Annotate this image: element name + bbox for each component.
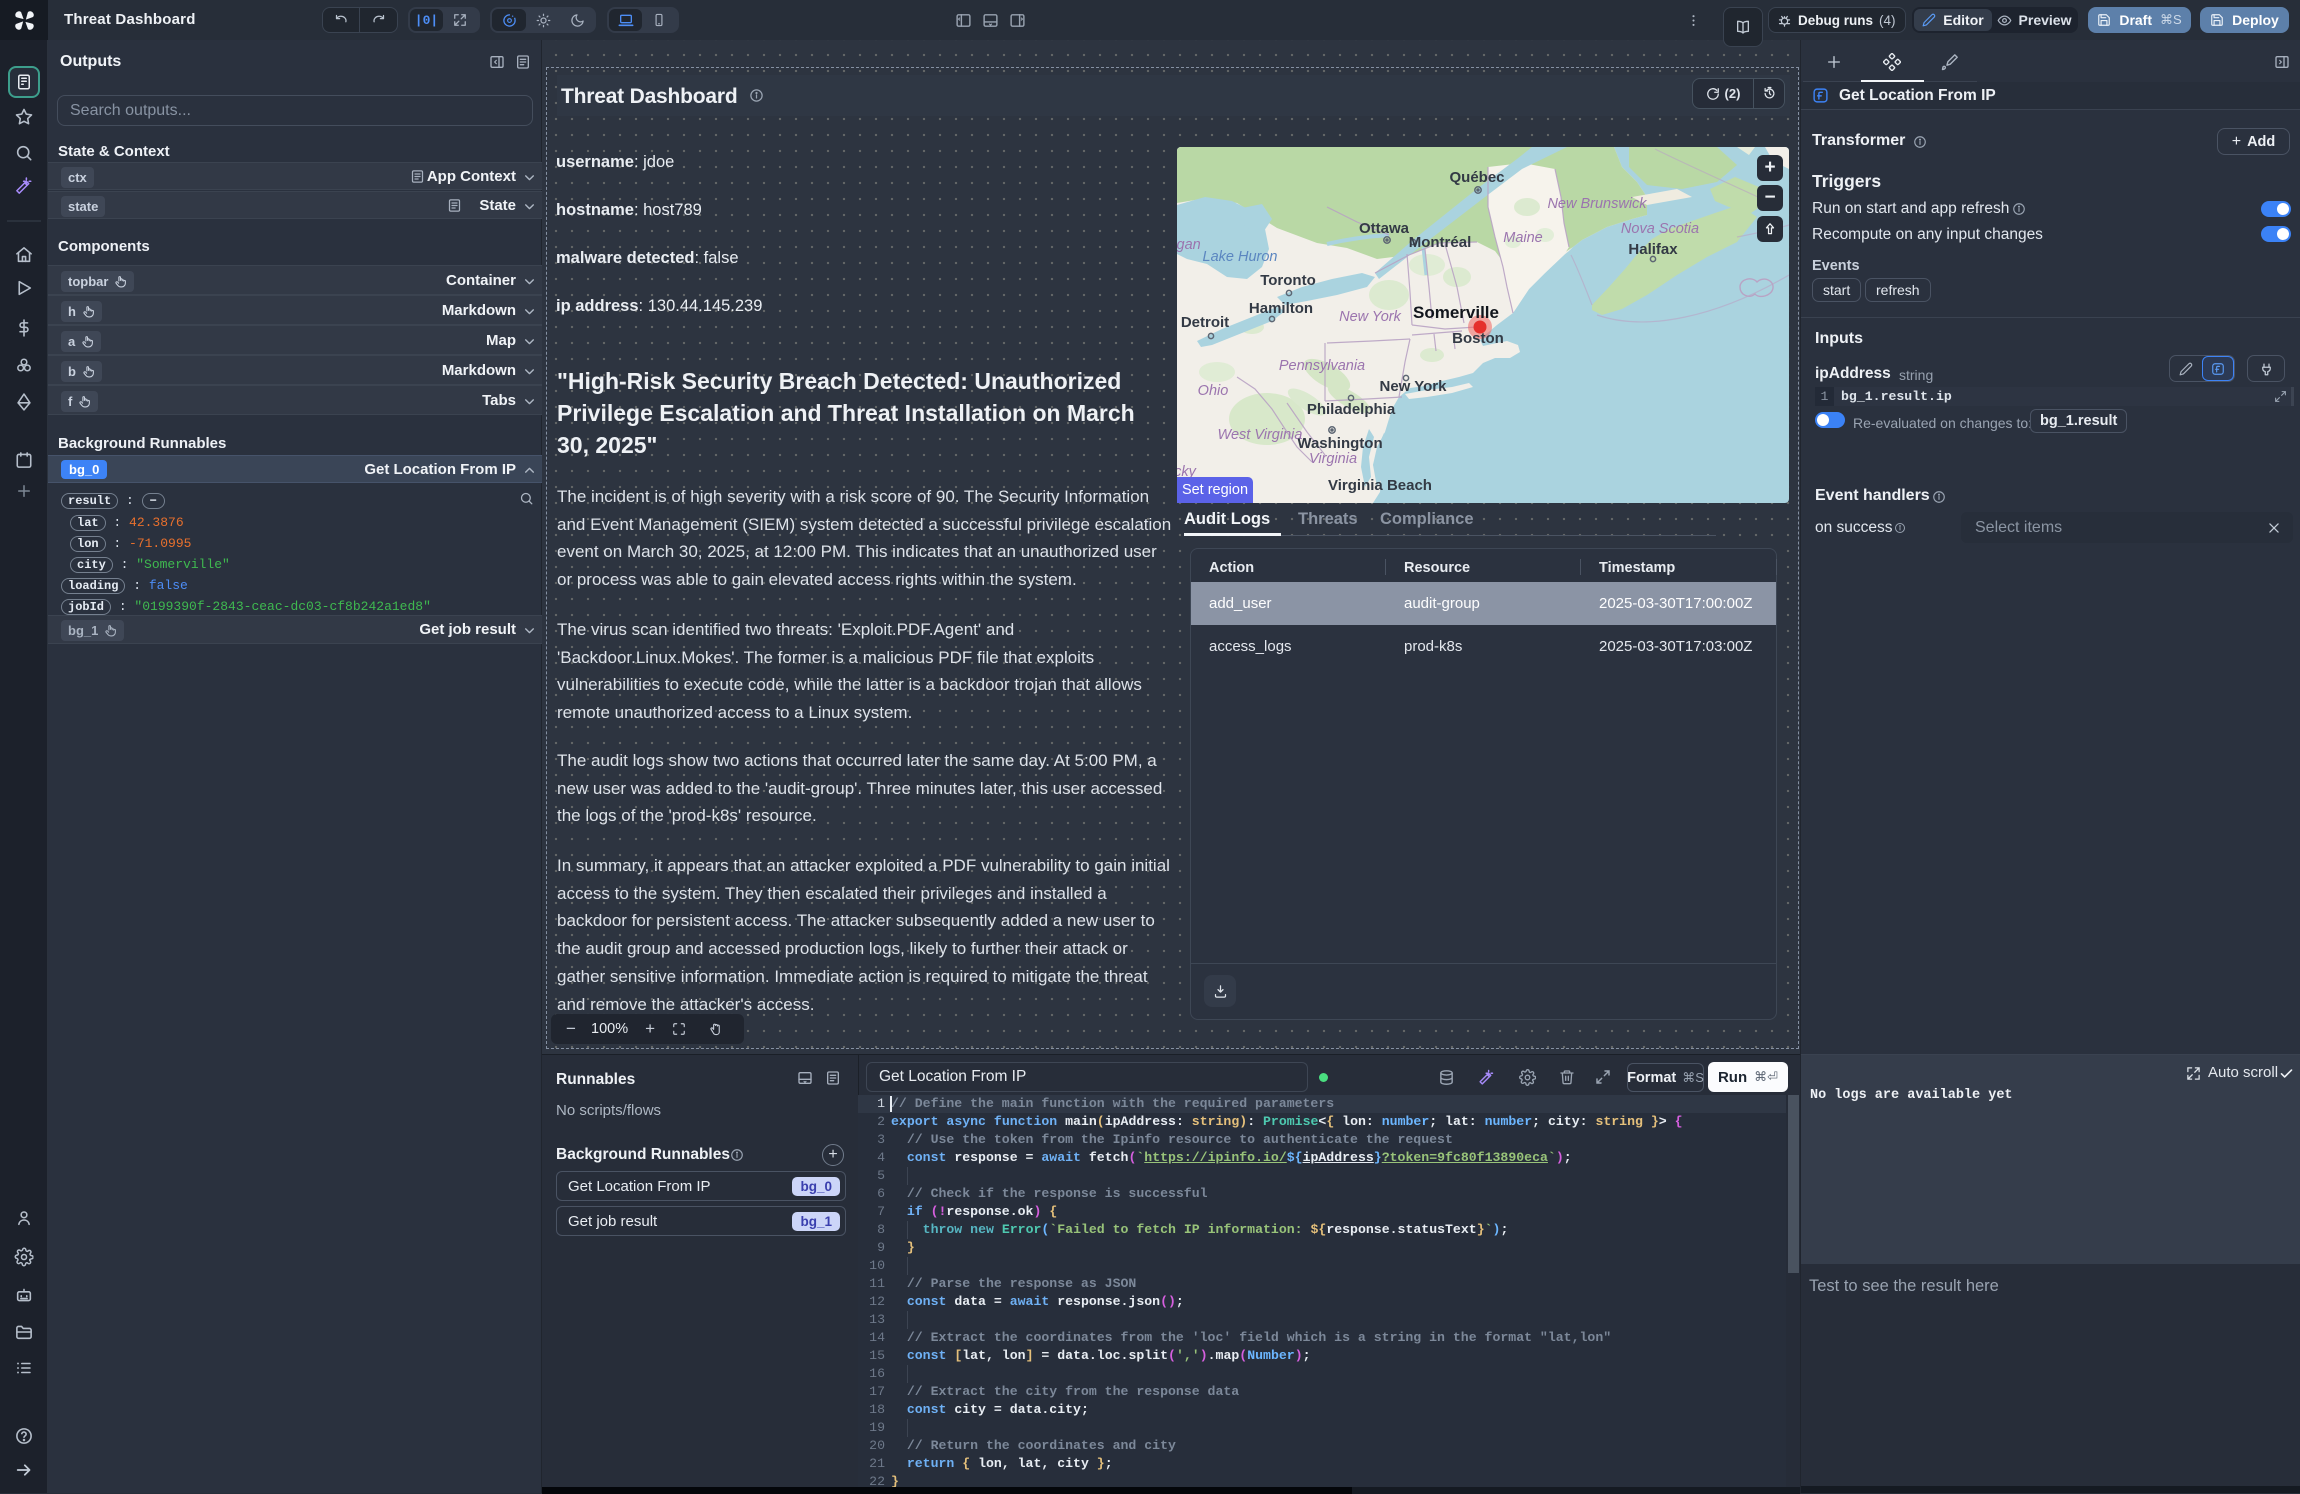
svg-text:Hamilton: Hamilton [1249,300,1313,317]
svg-text:Ohio: Ohio [1198,383,1229,399]
svg-text:New York: New York [1339,309,1402,325]
svg-text:Montréal: Montréal [1409,234,1472,251]
svg-text:Philadelphia: Philadelphia [1307,401,1396,418]
svg-text:Somerville: Somerville [1413,303,1499,322]
svg-text:New Brunswick: New Brunswick [1547,196,1647,212]
svg-text:igan: igan [1177,237,1201,253]
svg-text:Virginia: Virginia [1309,451,1357,467]
svg-text:Virginia Beach: Virginia Beach [1328,477,1432,494]
svg-text:West Virginia: West Virginia [1218,427,1303,443]
svg-text:Boston: Boston [1452,330,1504,347]
svg-text:Nova Scotia: Nova Scotia [1621,221,1699,237]
svg-text:Detroit: Detroit [1181,314,1229,331]
svg-text:Pennsylvania: Pennsylvania [1279,358,1365,374]
svg-text:Québec: Québec [1449,169,1504,186]
svg-text:New York: New York [1380,378,1448,395]
svg-text:Maine: Maine [1503,230,1543,246]
svg-text:Ottawa: Ottawa [1359,220,1410,237]
svg-text:Halifax: Halifax [1628,241,1678,258]
svg-text:Toronto: Toronto [1260,272,1316,289]
svg-text:Washington: Washington [1297,435,1382,452]
svg-text:Lake Huron: Lake Huron [1203,249,1278,265]
